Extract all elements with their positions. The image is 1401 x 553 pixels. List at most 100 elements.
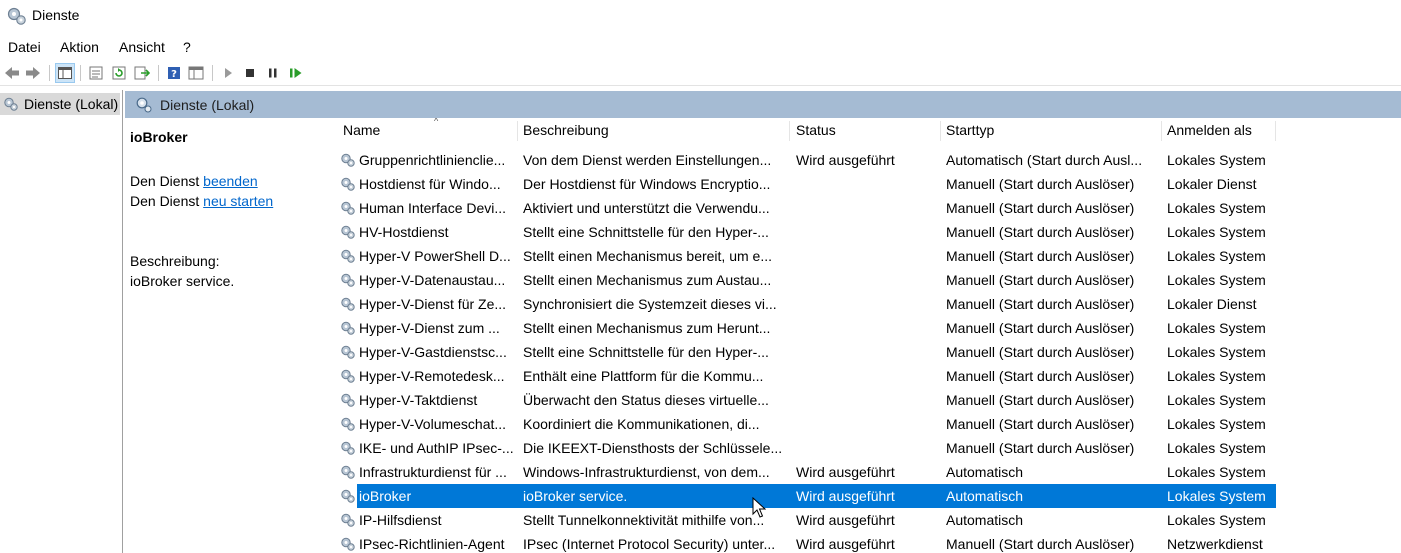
service-status: Wird ausgeführt	[796, 464, 895, 480]
properties-icon[interactable]	[87, 64, 105, 82]
menu-help[interactable]: ?	[183, 39, 191, 55]
list-header: ^ Name Beschreibung Status Starttyp Anme…	[327, 118, 1401, 142]
stop-service-icon[interactable]	[241, 64, 259, 82]
column-header-logon[interactable]: Anmelden als	[1162, 118, 1276, 142]
service-starttype: Automatisch	[946, 512, 1024, 528]
stop-service-line: Den Dienst beenden	[130, 173, 258, 189]
service-description: Stellt einen Mechanismus zum Austau...	[523, 272, 772, 288]
service-description: Synchronisiert die Systemzeit dieses vi.…	[523, 296, 777, 312]
service-logon: Lokales System	[1167, 344, 1266, 360]
service-logon: Lokaler Dienst	[1167, 296, 1257, 312]
table-row[interactable]: Gruppenrichtlinienclie... Von dem Dienst …	[327, 148, 1401, 172]
service-name: Hyper-V-Volumeschat...	[359, 416, 507, 432]
column-header-description[interactable]: Beschreibung	[518, 118, 790, 142]
table-row[interactable]: Hyper-V-Remotedesk... Enthält eine Plattf…	[327, 364, 1401, 388]
service-logon: Lokales System	[1167, 416, 1266, 432]
service-name: ioBroker	[359, 488, 412, 504]
service-name: Gruppenrichtlinienclie...	[359, 152, 506, 168]
service-gear-icon	[340, 224, 356, 240]
service-name: HV-Hostdienst	[359, 224, 449, 240]
table-row[interactable]: Hyper-V-Volumeschat... Koordiniert die Ko…	[327, 412, 1401, 436]
service-description: Stellt Tunnelkonnektivität mithilfe von.…	[523, 512, 765, 528]
table-row[interactable]: Hyper-V-Gastdienstsc... Stellt eine Schni…	[327, 340, 1401, 364]
help-icon[interactable]: ?	[165, 64, 183, 82]
service-name: Hyper-V-Dienst zum ...	[359, 320, 500, 336]
menu-datei[interactable]: Datei	[8, 39, 41, 55]
console-view-icon[interactable]	[187, 64, 205, 82]
service-gear-icon	[340, 152, 356, 168]
service-logon: Lokales System	[1167, 320, 1266, 336]
pause-service-icon[interactable]	[264, 64, 282, 82]
service-starttype: Manuell (Start durch Auslöser)	[946, 536, 1135, 552]
table-row[interactable]: IKE- und AuthIP IPsec-... Die IKEEXT-Dien…	[327, 436, 1401, 460]
stop-service-link[interactable]: beenden	[203, 173, 258, 189]
service-status	[796, 220, 940, 244]
refresh-icon[interactable]	[110, 64, 128, 82]
panel-title: Dienste (Lokal)	[160, 96, 255, 113]
column-header-name[interactable]: ^ Name	[338, 118, 518, 142]
service-starttype: Manuell (Start durch Auslöser)	[946, 200, 1135, 216]
service-gear-icon	[340, 440, 356, 456]
service-status	[796, 436, 940, 460]
show-hide-tree-icon[interactable]	[55, 63, 75, 83]
service-description: Der Hostdienst für Windows Encryptio...	[523, 176, 771, 192]
service-name: Hyper-V-Gastdienstsc...	[359, 344, 507, 360]
tree-item-label: Dienste (Lokal)	[24, 96, 119, 112]
service-logon: Lokales System	[1167, 440, 1266, 456]
description-label: Beschreibung:	[130, 253, 220, 269]
service-name: Hyper-V-Remotedesk...	[359, 368, 505, 384]
export-list-icon[interactable]	[133, 64, 151, 82]
service-description: Koordiniert die Kommunikationen, di...	[523, 416, 760, 432]
service-status	[796, 316, 940, 340]
service-status	[796, 244, 940, 268]
svg-text:?: ?	[171, 69, 177, 80]
service-gear-icon	[340, 200, 356, 216]
column-header-starttype[interactable]: Starttyp	[941, 118, 1162, 142]
service-gear-icon	[340, 392, 356, 408]
service-description: Stellt eine Schnittstelle für den Hyper-…	[523, 224, 769, 240]
service-starttype: Manuell (Start durch Auslöser)	[946, 320, 1135, 336]
service-logon: Lokaler Dienst	[1167, 176, 1257, 192]
service-description: Aktiviert und unterstützt die Verwendu..…	[523, 200, 770, 216]
service-logon: Netzwerkdienst	[1167, 536, 1263, 552]
service-starttype: Manuell (Start durch Auslöser)	[946, 248, 1135, 264]
service-description: Enthält eine Plattform für die Kommu...	[523, 368, 764, 384]
table-row[interactable]: IP-Hilfsdienst Stellt Tunnelkonnektivität…	[327, 508, 1401, 532]
table-row[interactable]: Hyper-V-Dienst für Ze... Synchronisiert d…	[327, 292, 1401, 316]
service-logon: Lokales System	[1167, 272, 1266, 288]
service-starttype: Automatisch (Start durch Ausl...	[946, 152, 1143, 168]
service-starttype: Manuell (Start durch Auslöser)	[946, 440, 1135, 456]
services-list: ^ Name Beschreibung Status Starttyp Anme…	[327, 118, 1401, 553]
tree-item-dienste-lokal[interactable]: Dienste (Lokal)	[0, 93, 120, 115]
service-name: Hyper-V-Taktdienst	[359, 392, 478, 408]
restart-service-line: Den Dienst neu starten	[130, 193, 273, 209]
service-starttype: Manuell (Start durch Auslöser)	[946, 224, 1135, 240]
menu-ansicht[interactable]: Ansicht	[119, 39, 165, 55]
table-row[interactable]: IPsec-Richtlinien-Agent IPsec (Internet P…	[327, 532, 1401, 553]
restart-service-icon[interactable]	[287, 64, 305, 82]
table-row[interactable]: ioBroker ioBroker service. Wird ausgeführt…	[327, 484, 1401, 508]
back-arrow-icon[interactable]	[3, 64, 21, 82]
restart-service-link[interactable]: neu starten	[203, 193, 273, 209]
start-service-icon[interactable]	[219, 64, 237, 82]
menu-aktion[interactable]: Aktion	[60, 39, 99, 55]
service-status	[796, 388, 940, 412]
service-description: Stellt eine Schnittstelle für den Hyper-…	[523, 344, 769, 360]
forward-arrow-icon[interactable]	[24, 64, 42, 82]
service-gear-icon	[340, 296, 356, 312]
service-starttype: Automatisch	[946, 464, 1024, 480]
table-row[interactable]: Hyper-V-Datenaustau... Stellt einen Mecha…	[327, 268, 1401, 292]
column-header-status[interactable]: Status	[791, 118, 941, 142]
service-starttype: Manuell (Start durch Auslöser)	[946, 416, 1135, 432]
service-description: Von dem Dienst werden Einstellungen...	[523, 152, 772, 168]
table-row[interactable]: HV-Hostdienst Stellt eine Schnittstelle f…	[327, 220, 1401, 244]
mouse-cursor-icon	[752, 497, 766, 518]
service-status: Wird ausgeführt	[796, 512, 895, 528]
table-row[interactable]: Hostdienst für Windo... Der Hostdienst fü…	[327, 172, 1401, 196]
table-row[interactable]: Hyper-V PowerShell D... Stellt einen Mech…	[327, 244, 1401, 268]
table-row[interactable]: Hyper-V-Taktdienst Überwacht den Status d…	[327, 388, 1401, 412]
table-row[interactable]: Infrastrukturdienst für ... Windows-Infra…	[327, 460, 1401, 484]
table-row[interactable]: Human Interface Devi... Aktiviert und unt…	[327, 196, 1401, 220]
service-name: IP-Hilfsdienst	[359, 512, 442, 528]
table-row[interactable]: Hyper-V-Dienst zum ... Stellt einen Mecha…	[327, 316, 1401, 340]
